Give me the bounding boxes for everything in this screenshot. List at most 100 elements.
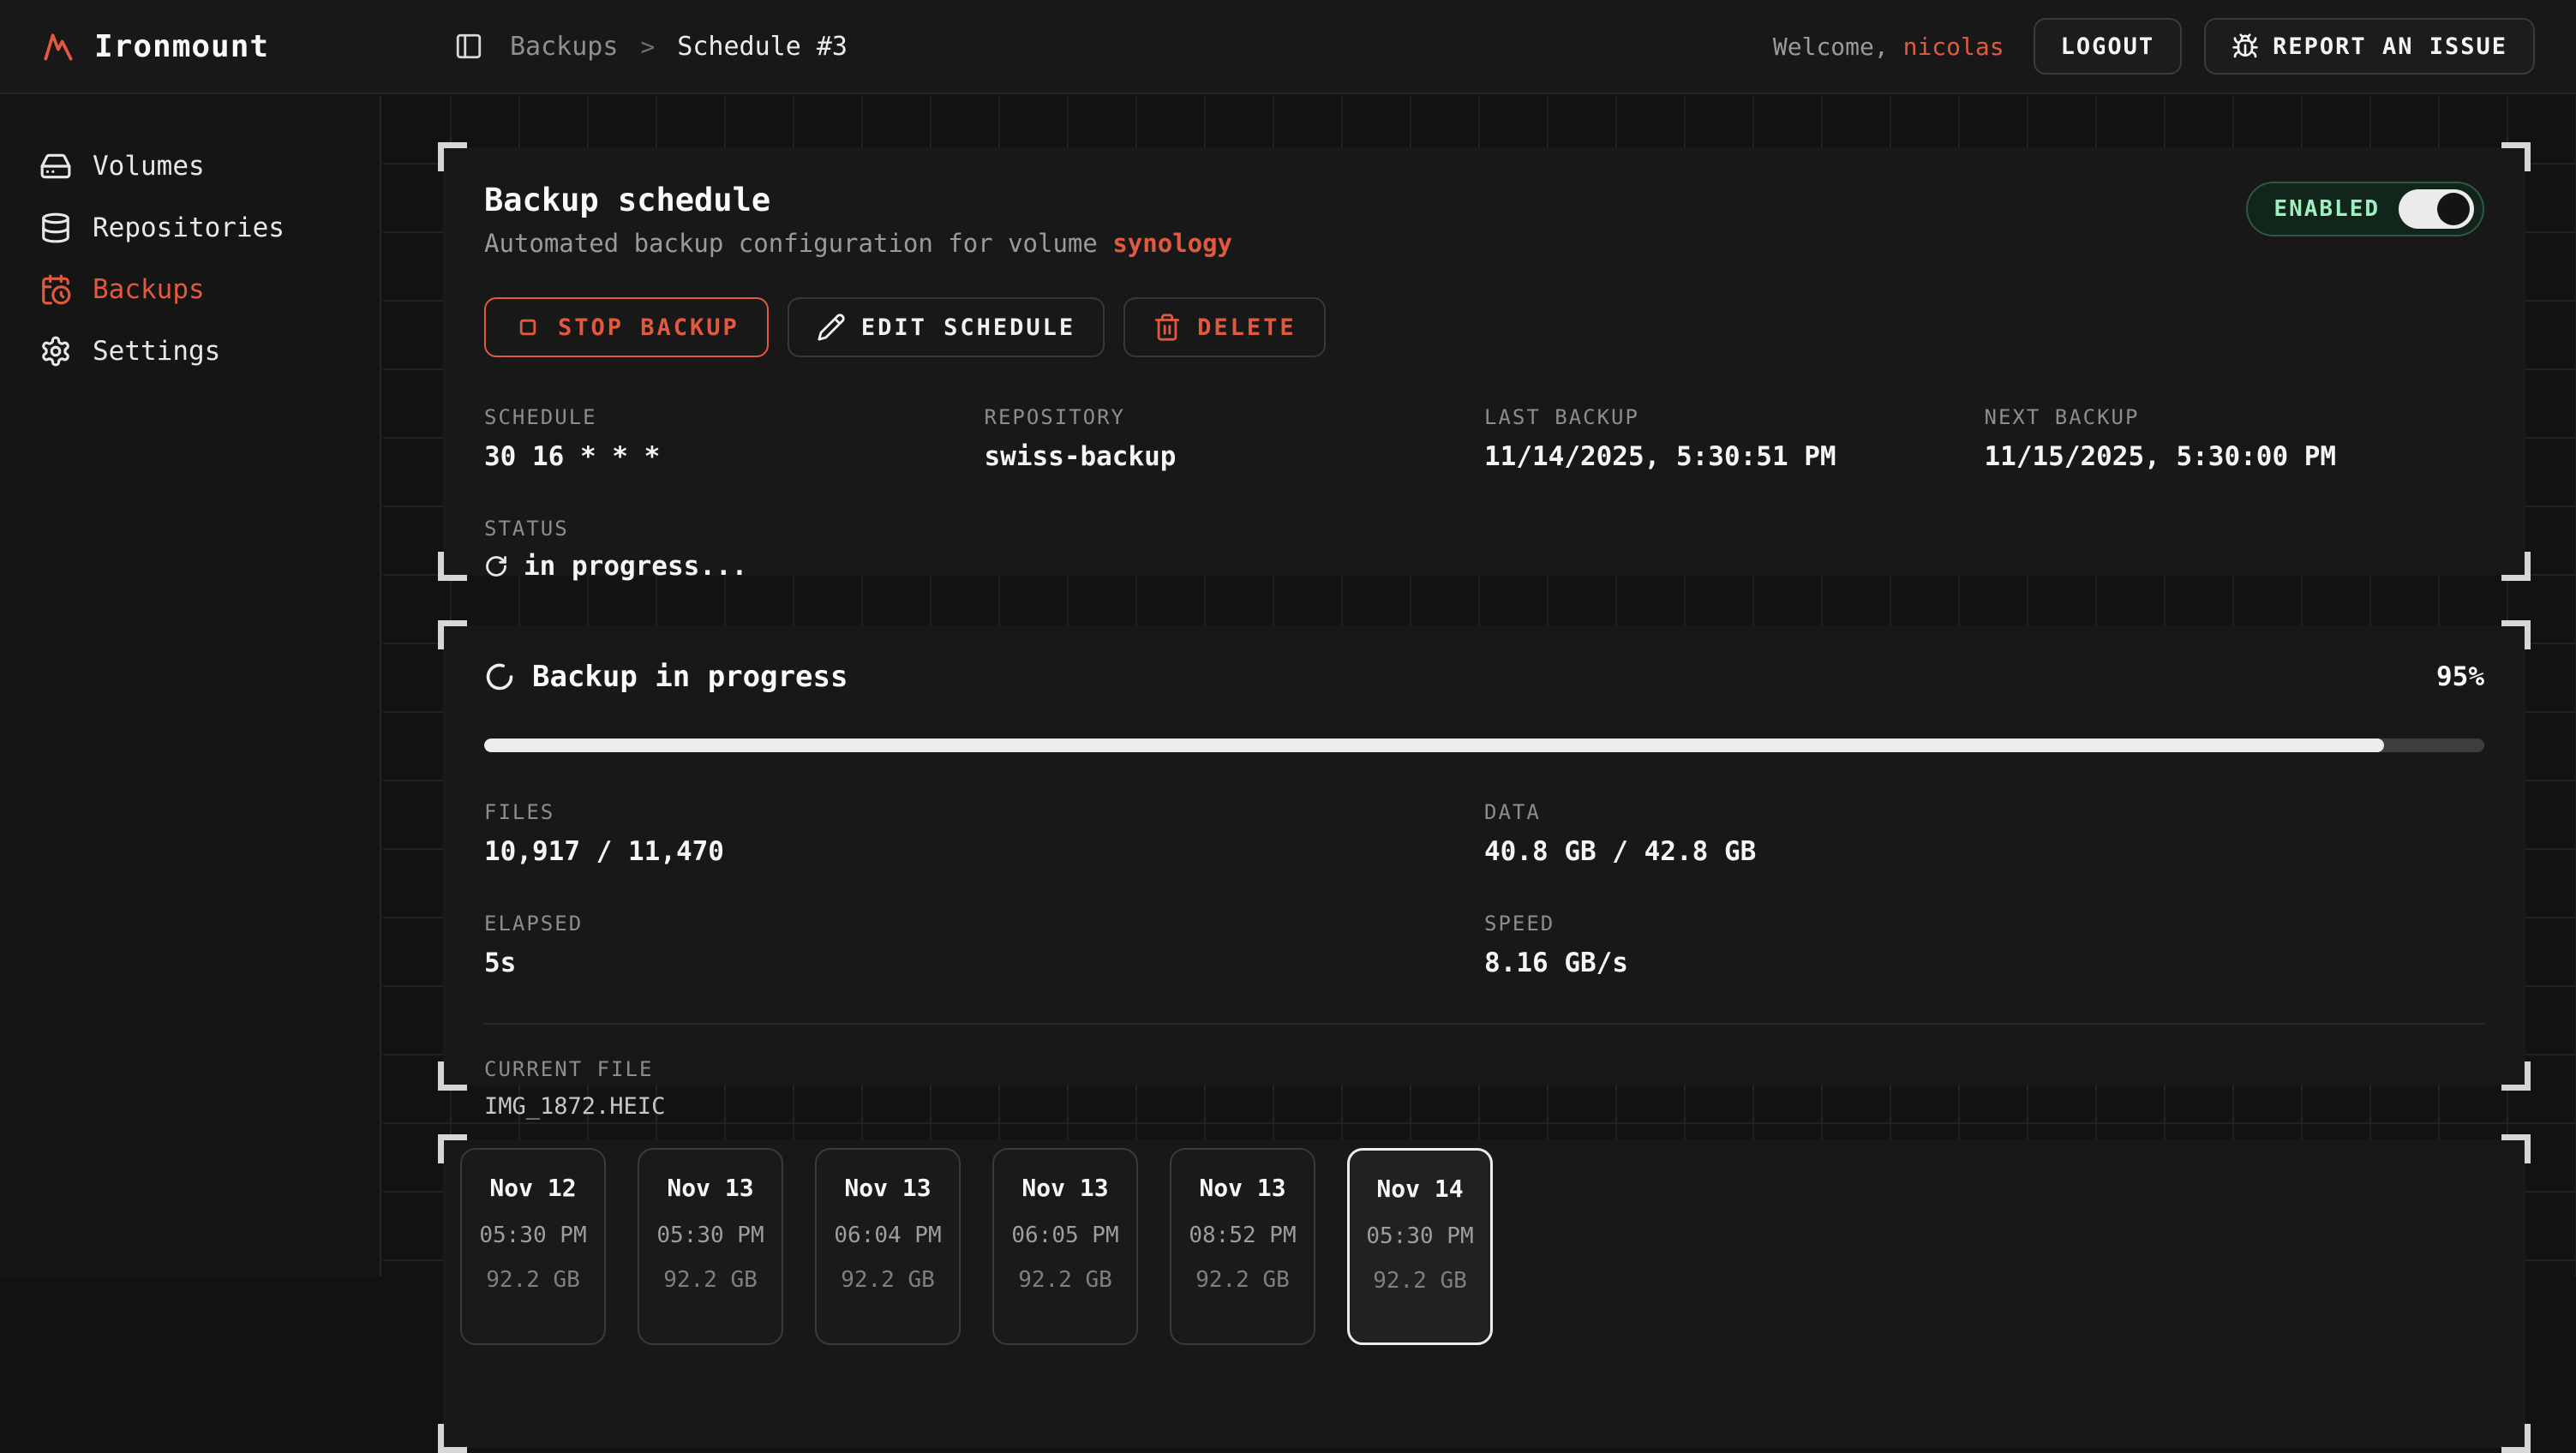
stat-value: 10,917 / 11,470	[484, 836, 1484, 867]
progress-percent: 95%	[2436, 661, 2484, 692]
trash-icon	[1153, 313, 1182, 342]
snapshot-date: Nov 12	[489, 1174, 576, 1202]
stat-value: 40.8 GB / 42.8 GB	[1484, 836, 2484, 867]
delete-label: DELETE	[1197, 314, 1297, 341]
snapshot-size: 92.2 GB	[841, 1267, 935, 1293]
corner-bracket	[438, 142, 467, 171]
snapshot-list: Nov 12 05:30 PM 92.2 GB Nov 13 05:30 PM …	[460, 1148, 2508, 1345]
field-label: NEXT BACKUP	[1985, 405, 2485, 429]
status-value: in progress...	[484, 551, 2484, 582]
stat-value: 5s	[484, 948, 1484, 978]
snapshot-item[interactable]: Nov 12 05:30 PM 92.2 GB	[460, 1148, 606, 1345]
snapshots-card: Nov 12 05:30 PM 92.2 GB Nov 13 05:30 PM …	[443, 1139, 2525, 1448]
snapshot-size: 92.2 GB	[1018, 1267, 1112, 1293]
progress-title: Backup in progress	[532, 660, 848, 694]
current-file-label: CURRENT FILE	[484, 1057, 2484, 1081]
schedule-details: SCHEDULE 30 16 * * * REPOSITORY swiss-ba…	[484, 405, 2484, 472]
snapshot-time: 06:04 PM	[834, 1223, 941, 1248]
stat-label: ELAPSED	[484, 912, 1484, 936]
field-value: swiss-backup	[985, 441, 1485, 472]
field-value: 11/14/2025, 5:30:51 PM	[1484, 441, 1985, 472]
snapshot-time: 05:30 PM	[1366, 1223, 1473, 1249]
sidebar-toggle-icon[interactable]	[450, 27, 488, 65]
stat-data: DATA 40.8 GB / 42.8 GB	[1484, 800, 2484, 867]
mountain-logo-icon	[39, 27, 77, 65]
current-file-block: CURRENT FILE IMG_1872.HEIC	[484, 1057, 2484, 1120]
corner-bracket	[2501, 552, 2531, 581]
sidebar-item-label: Volumes	[93, 151, 205, 182]
sidebar-item-backups[interactable]: Backups	[0, 259, 380, 320]
corner-bracket	[2501, 142, 2531, 171]
field-schedule: SCHEDULE 30 16 * * *	[484, 405, 985, 472]
stop-backup-label: STOP BACKUP	[558, 314, 740, 341]
corner-bracket	[2501, 1061, 2531, 1091]
divider	[484, 1023, 2484, 1025]
edit-schedule-button[interactable]: EDIT SCHEDULE	[788, 297, 1105, 357]
hard-drive-icon	[39, 150, 72, 182]
sidebar-item-settings[interactable]: Settings	[0, 320, 380, 382]
breadcrumb-separator: >	[640, 33, 655, 61]
top-bar: Ironmount Backups > Schedule #3 Welcome,…	[0, 0, 2576, 94]
progress-bar-track	[484, 738, 2484, 752]
stop-square-icon	[513, 313, 542, 342]
snapshot-item-selected[interactable]: Nov 14 05:30 PM 92.2 GB	[1347, 1148, 1493, 1345]
snapshot-date: Nov 13	[844, 1174, 931, 1202]
breadcrumb-backups-link[interactable]: Backups	[510, 32, 618, 62]
snapshot-time: 06:05 PM	[1011, 1223, 1118, 1248]
app-title: Ironmount	[94, 29, 269, 64]
stat-label: DATA	[1484, 800, 2484, 824]
backup-progress-card: Backup in progress 95% FILES 10,917 / 11…	[443, 625, 2525, 1085]
card-title: Backup schedule	[484, 182, 1232, 218]
snapshot-date: Nov 13	[667, 1174, 753, 1202]
sidebar-item-volumes[interactable]: Volumes	[0, 135, 380, 197]
username: nicolas	[1903, 33, 2004, 61]
volume-name: synology	[1112, 229, 1232, 258]
stop-backup-button[interactable]: STOP BACKUP	[484, 297, 769, 357]
logout-label: LOGOUT	[2061, 33, 2155, 60]
backup-schedule-card: Backup schedule Automated backup configu…	[443, 147, 2525, 576]
breadcrumb: Backups > Schedule #3	[381, 27, 1773, 65]
calendar-clock-icon	[39, 273, 72, 306]
current-file-value: IMG_1872.HEIC	[484, 1093, 2484, 1120]
stat-elapsed: ELAPSED 5s	[484, 912, 1484, 978]
field-label: REPOSITORY	[985, 405, 1485, 429]
snapshot-date: Nov 13	[1021, 1174, 1108, 1202]
progress-fill	[484, 738, 2384, 752]
topbar-right: Welcome, nicolas LOGOUT REPORT AN ISSUE	[1773, 18, 2576, 75]
rotate-spinner-icon	[484, 554, 508, 578]
toggle-switch[interactable]	[2399, 189, 2474, 229]
snapshot-item[interactable]: Nov 13 06:05 PM 92.2 GB	[992, 1148, 1138, 1345]
toggle-knob	[2437, 193, 2470, 225]
progress-stats: FILES 10,917 / 11,470 DATA 40.8 GB / 42.…	[484, 800, 2484, 978]
stat-speed: SPEED 8.16 GB/s	[1484, 912, 2484, 978]
corner-bracket	[2501, 1424, 2531, 1453]
sidebar-item-label: Backups	[93, 274, 205, 305]
snapshot-time: 05:30 PM	[656, 1223, 764, 1248]
sidebar-item-label: Settings	[93, 336, 220, 367]
breadcrumb-current: Schedule #3	[677, 32, 848, 62]
main-content: Backup schedule Automated backup configu…	[383, 96, 2576, 1277]
corner-bracket	[438, 1424, 467, 1453]
status-text: in progress...	[524, 551, 747, 582]
stat-value: 8.16 GB/s	[1484, 948, 2484, 978]
brand: Ironmount	[0, 27, 381, 65]
stat-label: SPEED	[1484, 912, 2484, 936]
field-label: SCHEDULE	[484, 405, 985, 429]
field-last-backup: LAST BACKUP 11/14/2025, 5:30:51 PM	[1484, 405, 1985, 472]
snapshot-item[interactable]: Nov 13 08:52 PM 92.2 GB	[1170, 1148, 1315, 1345]
delete-button[interactable]: DELETE	[1123, 297, 1326, 357]
snapshot-size: 92.2 GB	[1195, 1267, 1290, 1293]
sidebar-item-repositories[interactable]: Repositories	[0, 197, 380, 259]
snapshot-item[interactable]: Nov 13 06:04 PM 92.2 GB	[815, 1148, 961, 1345]
pencil-icon	[817, 313, 846, 342]
snapshot-item[interactable]: Nov 13 05:30 PM 92.2 GB	[638, 1148, 783, 1345]
field-repository: REPOSITORY swiss-backup	[985, 405, 1485, 472]
enabled-toggle[interactable]: ENABLED	[2246, 182, 2484, 236]
report-issue-label: REPORT AN ISSUE	[2273, 33, 2507, 60]
status-block: STATUS in progress...	[484, 517, 2484, 582]
report-issue-button[interactable]: REPORT AN ISSUE	[2204, 18, 2535, 75]
logout-button[interactable]: LOGOUT	[2034, 18, 2183, 75]
field-next-backup: NEXT BACKUP 11/15/2025, 5:30:00 PM	[1985, 405, 2485, 472]
snapshot-size: 92.2 GB	[1373, 1268, 1467, 1294]
snapshot-time: 08:52 PM	[1189, 1223, 1296, 1248]
